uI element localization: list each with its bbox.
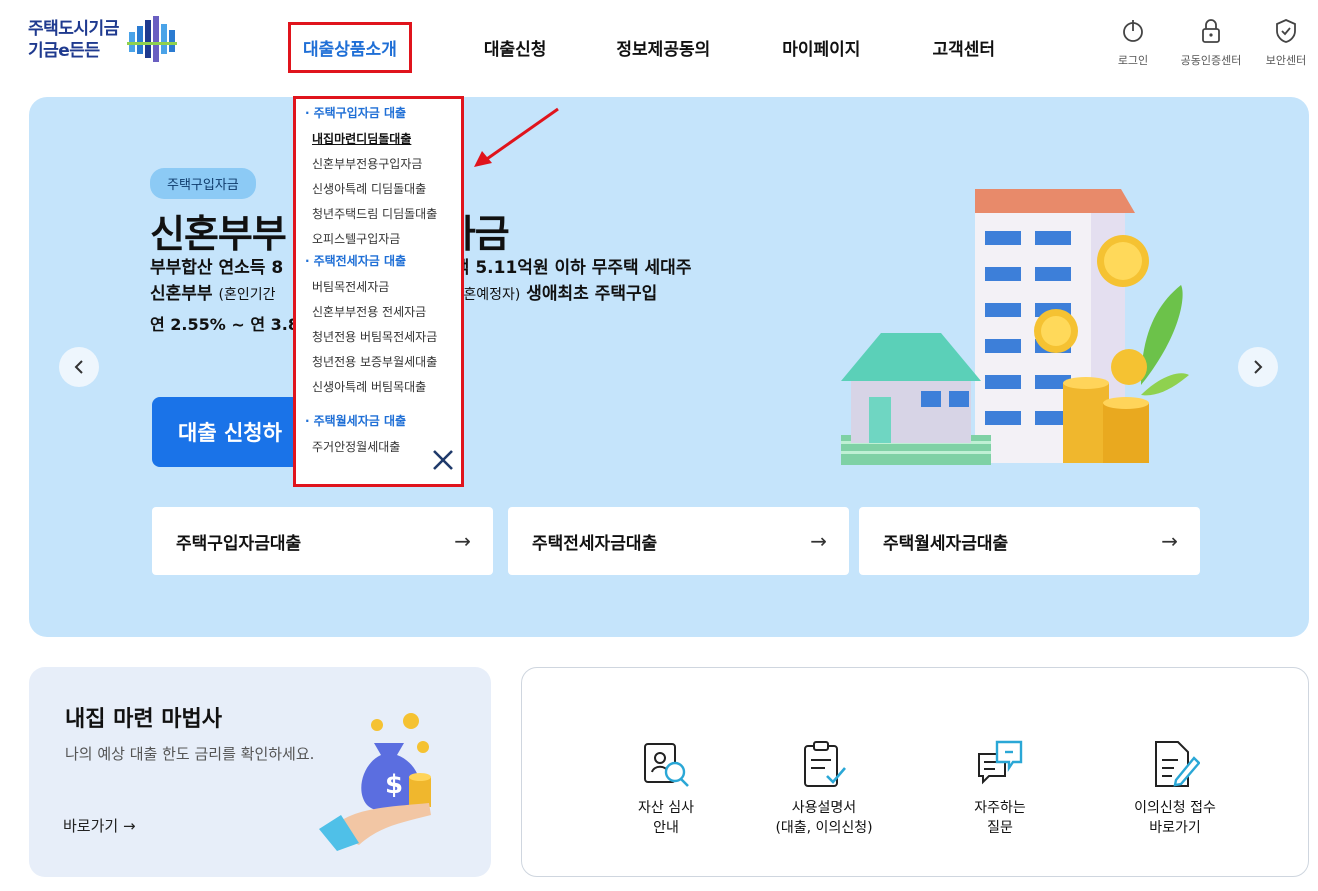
menu-item-newlywed-purchase[interactable]: 신혼부부전용구입자금 bbox=[296, 152, 461, 177]
hero-desc2-paren: (혼인기간 bbox=[218, 287, 276, 303]
hero-desc2-left: 신혼부부 bbox=[150, 284, 213, 304]
arrow-right-icon: → bbox=[454, 529, 471, 553]
nav-loan-products[interactable]: 대출상품소개 bbox=[288, 22, 412, 73]
nav-info-consent[interactable]: 정보제공동의 bbox=[616, 35, 710, 60]
menu-item-newborn-didimdol[interactable]: 신생아특례 디딤돌대출 bbox=[296, 177, 461, 202]
menu-item-naejip-didimdol[interactable]: 내집마련디딤돌대출 bbox=[296, 127, 461, 152]
logo[interactable]: 주택도시기금 기금e든든 bbox=[28, 16, 179, 64]
dropdown-group-monthly: 주택월세자금 대출 bbox=[296, 413, 461, 435]
hero-desc1-right: 가액 5.11억원 이하 무주택 세대주 bbox=[438, 258, 692, 278]
card-purchase-loan[interactable]: 주택구입자금대출 → bbox=[152, 507, 493, 575]
card-monthly-rent-loan[interactable]: 주택월세자금대출 → bbox=[859, 507, 1200, 575]
quick-faq[interactable]: 자주하는 질문 bbox=[925, 738, 1075, 838]
hero-banner: 주택구입자금 신혼부부 자금 부부합산 연소득 8 가액 5.11억원 이하 무주택… bbox=[29, 97, 1309, 637]
logo-mark-icon bbox=[126, 16, 177, 62]
logo-line1: 주택도시기금 bbox=[28, 19, 119, 39]
svg-text:$: $ bbox=[385, 770, 403, 800]
header: 주택도시기금 기금e든든 대출상품소개 대출신청 정보제공동의 마이페이지 고객… bbox=[0, 0, 1318, 90]
manual-icon bbox=[804, 741, 846, 787]
shield-icon bbox=[1276, 19, 1296, 43]
login-button[interactable]: 로그인 bbox=[1098, 18, 1168, 68]
prev-slide-button[interactable] bbox=[59, 347, 99, 387]
quick-label-line: 안내 bbox=[653, 820, 679, 836]
house-building-illustration bbox=[841, 189, 1189, 465]
security-center-button[interactable]: 보안센터 bbox=[1251, 18, 1318, 68]
quick-label-line: 자산 심사 bbox=[638, 800, 694, 816]
quick-links-panel: 자산 심사 안내 사용설명서 (대출, 이의신청) 자주하는 질문 이의신청 접… bbox=[521, 667, 1309, 877]
security-center-label: 보안센터 bbox=[1265, 54, 1307, 67]
nav-loan-apply[interactable]: 대출신청 bbox=[484, 35, 547, 60]
nav-customer-center[interactable]: 고객센터 bbox=[932, 35, 995, 60]
power-icon bbox=[1123, 20, 1143, 42]
annotation-arrow-icon bbox=[474, 107, 559, 167]
quick-user-manual[interactable]: 사용설명서 (대출, 이의신청) bbox=[749, 738, 899, 838]
logo-text: 주택도시기금 기금e든든 bbox=[28, 18, 119, 62]
quick-label-line: (대출, 이의신청) bbox=[775, 820, 873, 836]
quick-asset-review-label: 자산 심사 안내 bbox=[638, 798, 694, 838]
quick-objection[interactable]: 이의신청 접수 바로가기 bbox=[1100, 738, 1250, 838]
wizard-description: 나의 예상 대출 한도 금리를 확인하세요. bbox=[65, 745, 315, 763]
menu-item-youth-dream-didimdol[interactable]: 청년주택드림 디딤돌대출 bbox=[296, 202, 461, 227]
quick-label-line: 자주하는 bbox=[974, 800, 1026, 816]
next-slide-button[interactable] bbox=[1238, 347, 1278, 387]
arrow-right-icon: → bbox=[810, 529, 827, 553]
hero-rate: 연 2.55% ~ 연 3.8 bbox=[150, 315, 299, 334]
wizard-title: 내집 마련 마법사 bbox=[65, 707, 222, 732]
cert-center-button[interactable]: 공동인증센터 bbox=[1176, 18, 1246, 68]
money-bag-hand-icon: $ bbox=[319, 713, 431, 851]
menu-item-youth-deposit-rent[interactable]: 청년전용 보증부월세대출 bbox=[296, 350, 461, 375]
menu-item-newlywed-jeonse[interactable]: 신혼부부전용 전세자금 bbox=[296, 300, 461, 325]
menu-item-beotimmok-jeonse[interactable]: 버팀목전세자금 bbox=[296, 275, 461, 300]
quick-user-manual-label: 사용설명서 (대출, 이의신청) bbox=[775, 798, 872, 838]
chevron-left-icon bbox=[74, 360, 83, 374]
asset-review-icon bbox=[644, 743, 689, 787]
quick-label-line: 바로가기 bbox=[1149, 820, 1201, 836]
logo-line2: 기금e든든 bbox=[28, 41, 100, 61]
hero-tag: 주택구입자금 bbox=[150, 168, 256, 199]
card-monthly-label: 주택월세자금대출 bbox=[883, 533, 1009, 554]
dropdown-group-purchase: 주택구입자금 대출 bbox=[296, 105, 461, 127]
card-purchase-label: 주택구입자금대출 bbox=[176, 533, 302, 554]
quick-label-line: 사용설명서 bbox=[791, 800, 857, 816]
quick-label-line: 질문 bbox=[987, 820, 1013, 836]
menu-item-youth-beotimmok[interactable]: 청년전용 버팀목전세자금 bbox=[296, 325, 461, 350]
menu-item-officetel-purchase[interactable]: 오피스텔구입자금 bbox=[296, 227, 461, 252]
quick-label-line: 이의신청 접수 bbox=[1134, 800, 1216, 816]
card-jeonse-loan[interactable]: 주택전세자금대출 → bbox=[508, 507, 849, 575]
hero-desc2-right: 생애최초 주택구입 bbox=[526, 284, 658, 304]
quick-faq-label: 자주하는 질문 bbox=[974, 798, 1026, 838]
cert-center-label: 공동인증센터 bbox=[1180, 54, 1242, 67]
quick-asset-review[interactable]: 자산 심사 안내 bbox=[591, 738, 741, 838]
arrow-right-icon: → bbox=[1161, 529, 1178, 553]
main-nav: 대출상품소개 대출신청 정보제공동의 마이페이지 고객센터 bbox=[288, 22, 995, 73]
loan-products-dropdown: 주택구입자금 대출 내집마련디딤돌대출 신혼부부전용구입자금 신생아특례 디딤돌… bbox=[293, 96, 464, 487]
nav-mypage[interactable]: 마이페이지 bbox=[782, 35, 860, 60]
dropdown-group-jeonse: 주택전세자금 대출 bbox=[296, 253, 461, 275]
hero-title-left: 신혼부부 bbox=[150, 212, 287, 256]
card-jeonse-label: 주택전세자금대출 bbox=[532, 533, 658, 554]
menu-item-newborn-beotimmok[interactable]: 신생아특례 버팀목대출 bbox=[296, 375, 461, 400]
chevron-right-icon bbox=[1254, 360, 1263, 374]
login-label: 로그인 bbox=[1117, 54, 1149, 67]
objection-icon bbox=[1155, 741, 1200, 787]
quick-objection-label: 이의신청 접수 바로가기 bbox=[1134, 798, 1216, 838]
lock-icon bbox=[1202, 19, 1220, 43]
wizard-shortcut-link[interactable]: 바로가기 → bbox=[63, 815, 136, 836]
hero-desc1-left: 부부합산 연소득 8 bbox=[150, 258, 284, 278]
home-wizard-panel[interactable]: 내집 마련 마법사 나의 예상 대출 한도 금리를 확인하세요. 바로가기 → … bbox=[29, 667, 491, 877]
faq-icon bbox=[978, 740, 1023, 785]
close-icon[interactable] bbox=[432, 449, 454, 471]
